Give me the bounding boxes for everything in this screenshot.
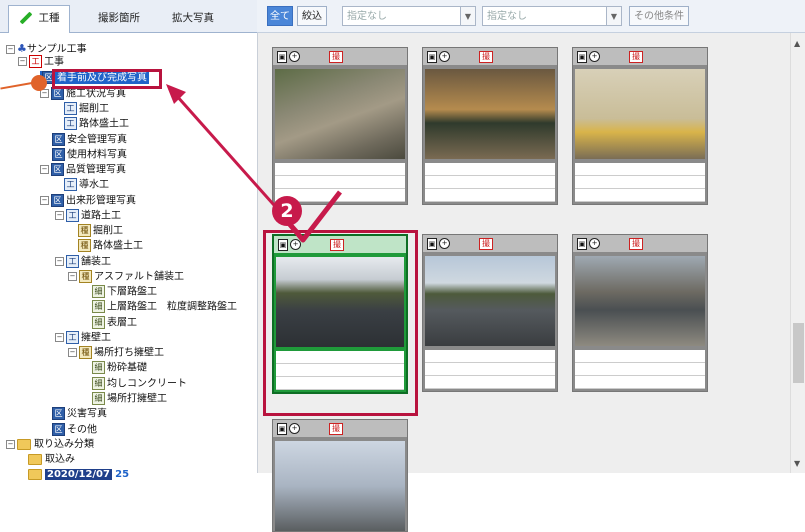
step-number-badge: 2	[272, 196, 302, 226]
annotation-arrows	[166, 84, 342, 243]
